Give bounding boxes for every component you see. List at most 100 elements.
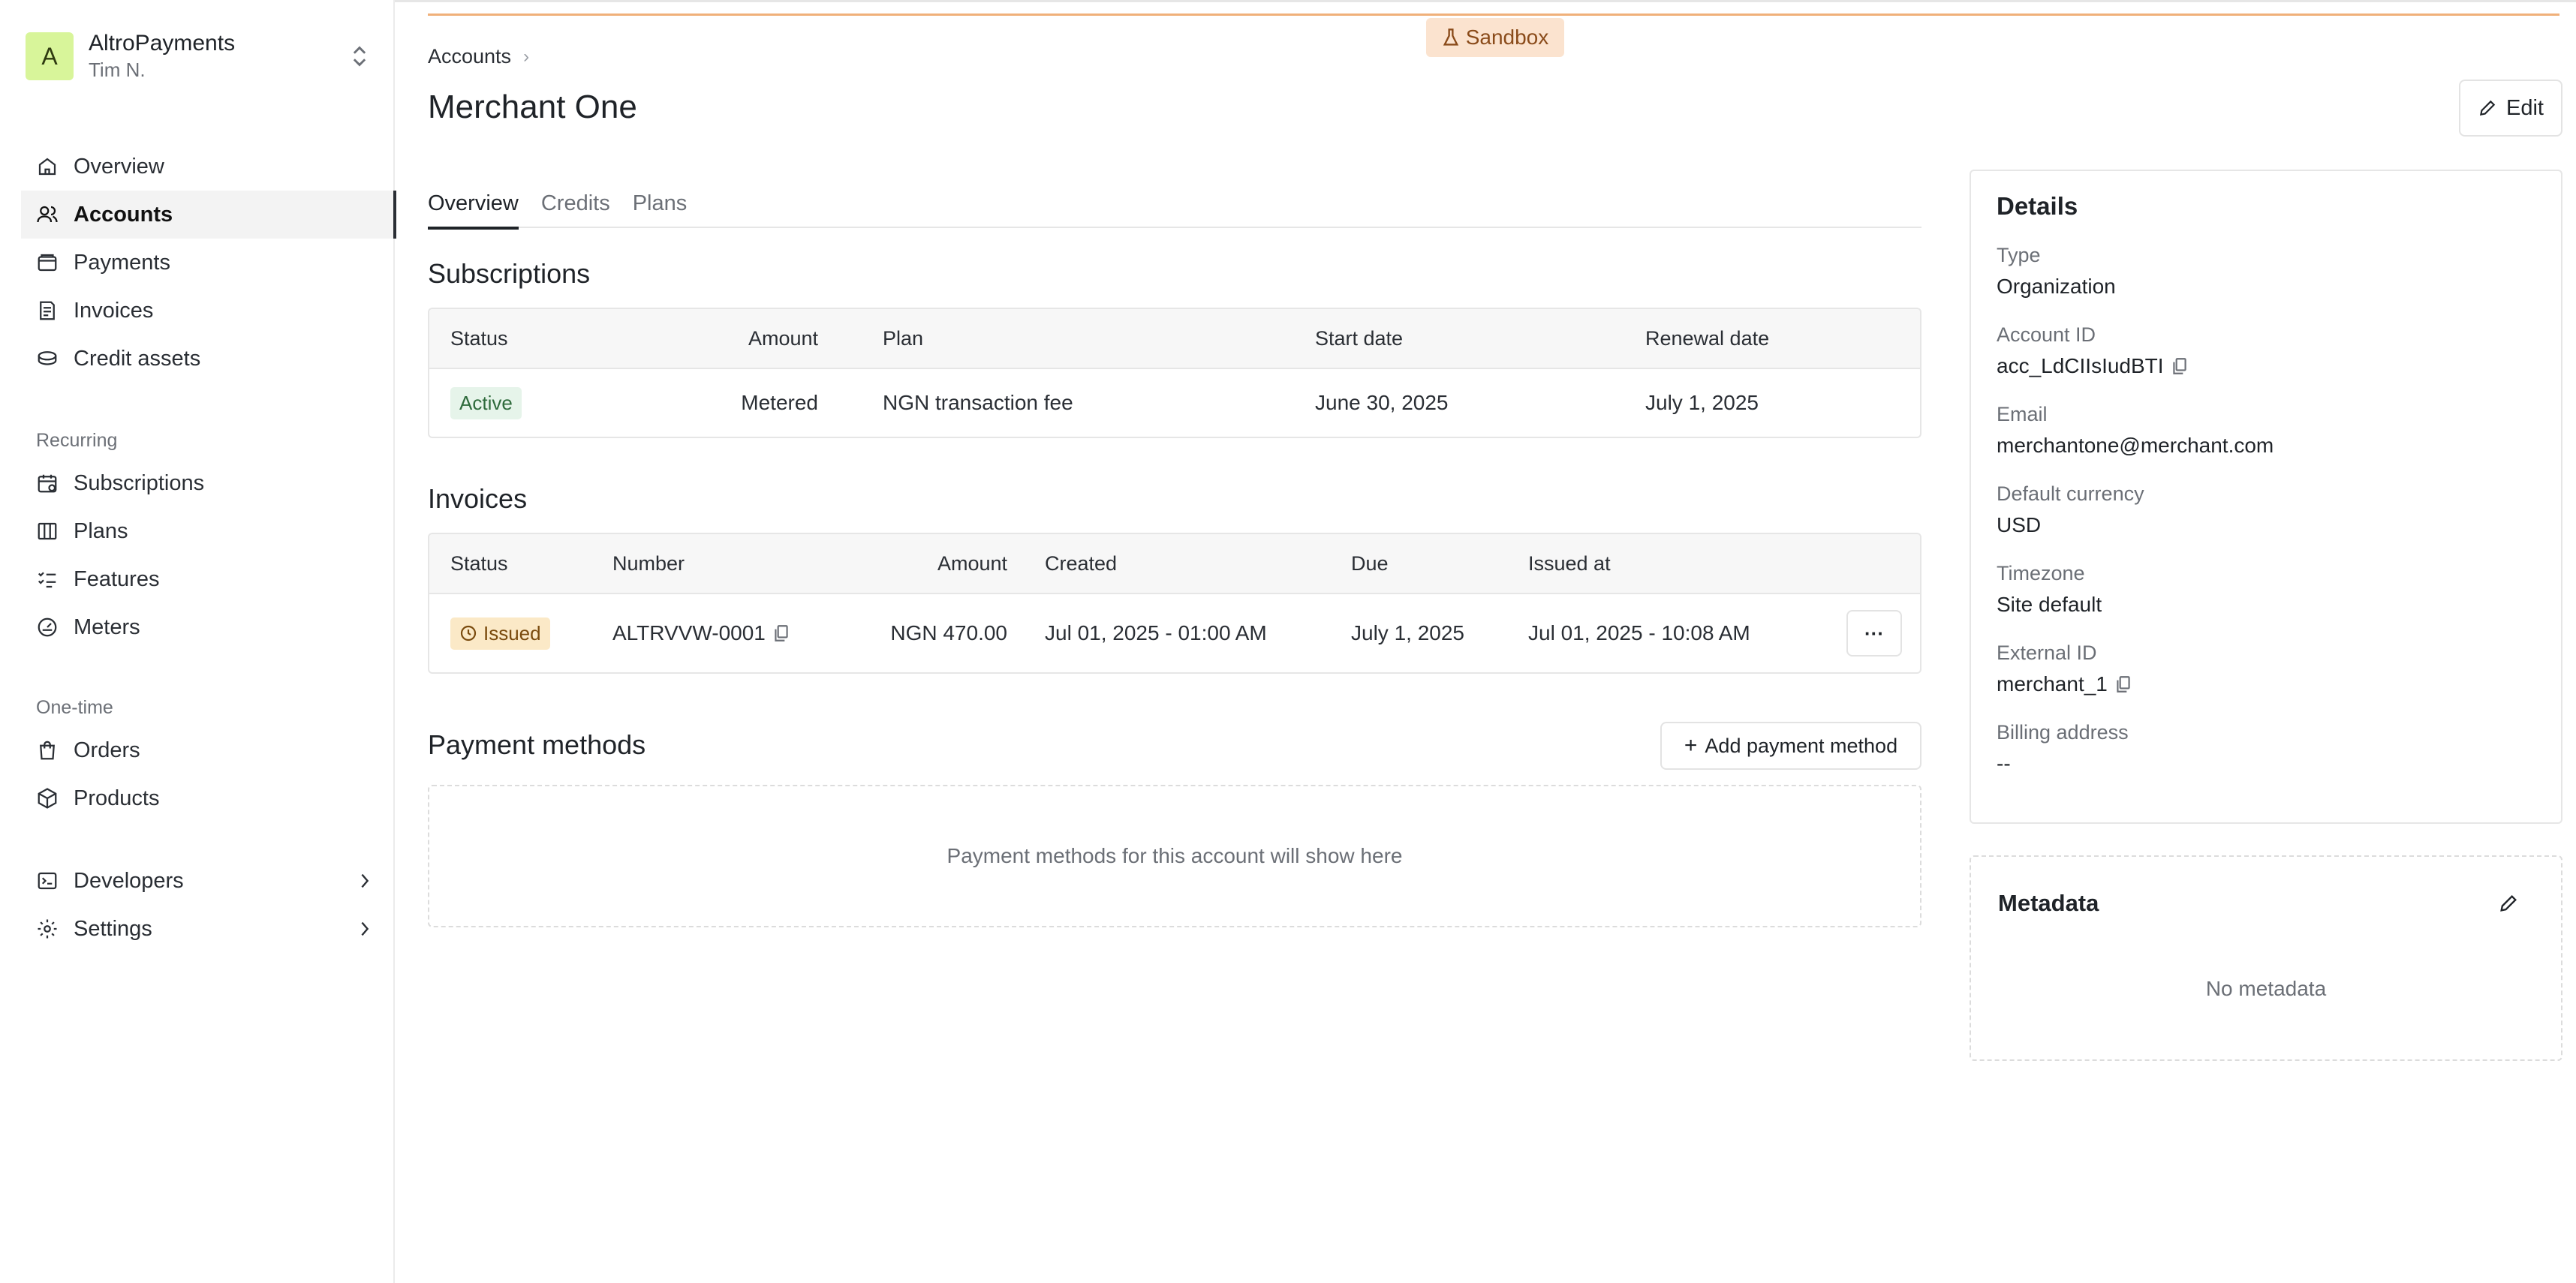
sidebar-item-label: Plans — [74, 518, 128, 543]
plus-icon: + — [1684, 733, 1698, 758]
chevron-right-icon — [361, 921, 369, 936]
sidebar-item-label: Orders — [74, 738, 140, 762]
sidebar-item-subscriptions[interactable]: Subscriptions — [21, 459, 395, 507]
coins-icon — [38, 351, 57, 365]
sidebar-item-features[interactable]: Features — [21, 555, 395, 603]
col-created: Created — [1045, 551, 1118, 575]
invoices-title: Invoices — [428, 483, 528, 514]
sidebar-item-overview[interactable]: Overview — [21, 143, 395, 191]
table-header: Status Amount Plan Start date Renewal da… — [429, 309, 1920, 369]
sidebar-item-orders[interactable]: Orders — [21, 726, 395, 774]
invoice-number: ALTRVVW-0001 — [612, 621, 766, 645]
status-cell: Issued — [450, 594, 550, 672]
sidebar-item-label: Meters — [74, 614, 140, 639]
copy-icon[interactable] — [2171, 356, 2188, 376]
field-value: merchantone@merchant.com — [1997, 434, 2274, 457]
sidebar-item-settings[interactable]: Settings — [21, 905, 395, 953]
clock-icon — [460, 625, 477, 642]
sidebar-item-label: Features — [74, 566, 160, 591]
issued-at-cell: Jul 01, 2025 - 10:08 AM — [1528, 621, 1750, 645]
tab-overview[interactable]: Overview — [428, 179, 519, 230]
sidebar-item-payments[interactable]: Payments — [21, 239, 395, 287]
row-actions-cell: ··· — [1846, 594, 1902, 672]
sandbox-badge: Sandbox — [1426, 18, 1564, 57]
sidebar-item-label: Payments — [74, 250, 170, 275]
details-title: Details — [1997, 192, 2078, 220]
field-value: USD — [1997, 513, 2042, 536]
field-type: Type Organization — [1997, 240, 2535, 303]
nav-section-onetime: One-time — [36, 696, 113, 718]
copy-icon[interactable] — [773, 623, 790, 643]
sidebar-item-label: Products — [74, 786, 160, 810]
add-payment-method-button[interactable]: + Add payment method — [1660, 722, 1921, 770]
amount-cell: NGN 470.00 — [890, 621, 1007, 645]
table-row[interactable]: Issued ALTRVVW-0001 NGN 470.00 Jul 01, 2… — [429, 594, 1920, 672]
col-issued-at: Issued at — [1528, 551, 1611, 575]
field-external-id: External ID merchant_1 — [1997, 638, 2535, 701]
field-billing-address: Billing address -- — [1997, 717, 2535, 780]
nav-onetime: Orders Products — [21, 726, 395, 822]
field-label: Email — [1997, 403, 2048, 425]
subscriptions-table: Status Amount Plan Start date Renewal da… — [428, 308, 1921, 438]
invoices-table: Status Number Amount Created Due Issued … — [428, 533, 1921, 674]
sidebar-item-label: Subscriptions — [74, 470, 205, 495]
field-email: Email merchantone@merchant.com — [1997, 399, 2535, 462]
table-header: Status Number Amount Created Due Issued … — [429, 534, 1920, 594]
col-status: Status — [450, 326, 508, 350]
pencil-icon[interactable] — [2498, 893, 2519, 914]
field-account-id: Account ID acc_LdCIIsIudBTI — [1997, 320, 2535, 383]
col-number: Number — [612, 551, 685, 575]
sidebar-item-accounts[interactable]: Accounts — [21, 191, 396, 239]
sidebar-item-label: Credit assets — [74, 346, 201, 371]
sidebar: A AltroPayments Tim N. Overview Accounts… — [0, 0, 396, 1283]
sidebar-item-label: Accounts — [74, 202, 173, 227]
status-badge-label: Issued — [483, 621, 541, 645]
flask-icon — [1443, 29, 1458, 46]
col-start-date: Start date — [1315, 326, 1404, 350]
field-label: Default currency — [1997, 482, 2144, 505]
start-date-cell: June 30, 2025 — [1315, 391, 1449, 414]
metadata-panel: Metadata No metadata — [1970, 855, 2562, 1061]
breadcrumb-accounts[interactable]: Accounts — [428, 45, 511, 68]
number-cell: ALTRVVW-0001 — [612, 594, 790, 672]
sidebar-item-label: Overview — [74, 154, 164, 179]
calendar-icon — [38, 474, 57, 493]
sidebar-item-meters[interactable]: Meters — [21, 603, 395, 651]
page-title: Merchant One — [428, 89, 637, 125]
field-label: Type — [1997, 244, 2041, 266]
copy-icon[interactable] — [2115, 675, 2132, 694]
table-row[interactable]: Active Metered NGN transaction fee June … — [429, 369, 1920, 437]
field-label: Timezone — [1997, 562, 2085, 584]
nav-section-recurring: Recurring — [36, 429, 118, 451]
sidebar-item-credit-assets[interactable]: Credit assets — [21, 335, 395, 383]
gear-icon — [38, 919, 57, 939]
breadcrumb: Accounts › — [428, 45, 529, 68]
columns-icon — [38, 522, 57, 540]
org-text: AltroPayments Tim N. — [89, 30, 348, 83]
nav-bottom: Developers Settings — [21, 857, 395, 953]
org-name: AltroPayments — [89, 31, 236, 56]
edit-button[interactable]: Edit — [2459, 80, 2562, 137]
sidebar-item-plans[interactable]: Plans — [21, 507, 395, 555]
external-id-value: merchant_1 — [1997, 672, 2108, 696]
tab-credits[interactable]: Credits — [541, 179, 610, 228]
field-label: External ID — [1997, 642, 2097, 664]
sidebar-item-products[interactable]: Products — [21, 774, 395, 822]
status-badge: Active — [450, 386, 522, 419]
tab-plans[interactable]: Plans — [633, 179, 688, 228]
sandbox-label: Sandbox — [1465, 26, 1549, 49]
field-value: Organization — [1997, 275, 2116, 298]
home-icon — [38, 158, 56, 176]
terminal-icon — [38, 872, 57, 890]
breadcrumb-separator: › — [523, 46, 530, 67]
org-switcher[interactable]: A AltroPayments Tim N. — [26, 30, 371, 83]
sidebar-item-invoices[interactable]: Invoices — [21, 287, 395, 335]
sidebar-item-developers[interactable]: Developers — [21, 857, 395, 905]
gauge-icon — [38, 617, 57, 637]
box-icon — [38, 788, 57, 809]
sandbox-indicator-line — [428, 14, 2559, 16]
field-value-row: acc_LdCIIsIudBTI — [1997, 350, 2535, 383]
row-actions-button[interactable]: ··· — [1846, 610, 1902, 657]
sidebar-item-label: Developers — [74, 868, 184, 893]
plan-cell: NGN transaction fee — [883, 391, 1073, 414]
